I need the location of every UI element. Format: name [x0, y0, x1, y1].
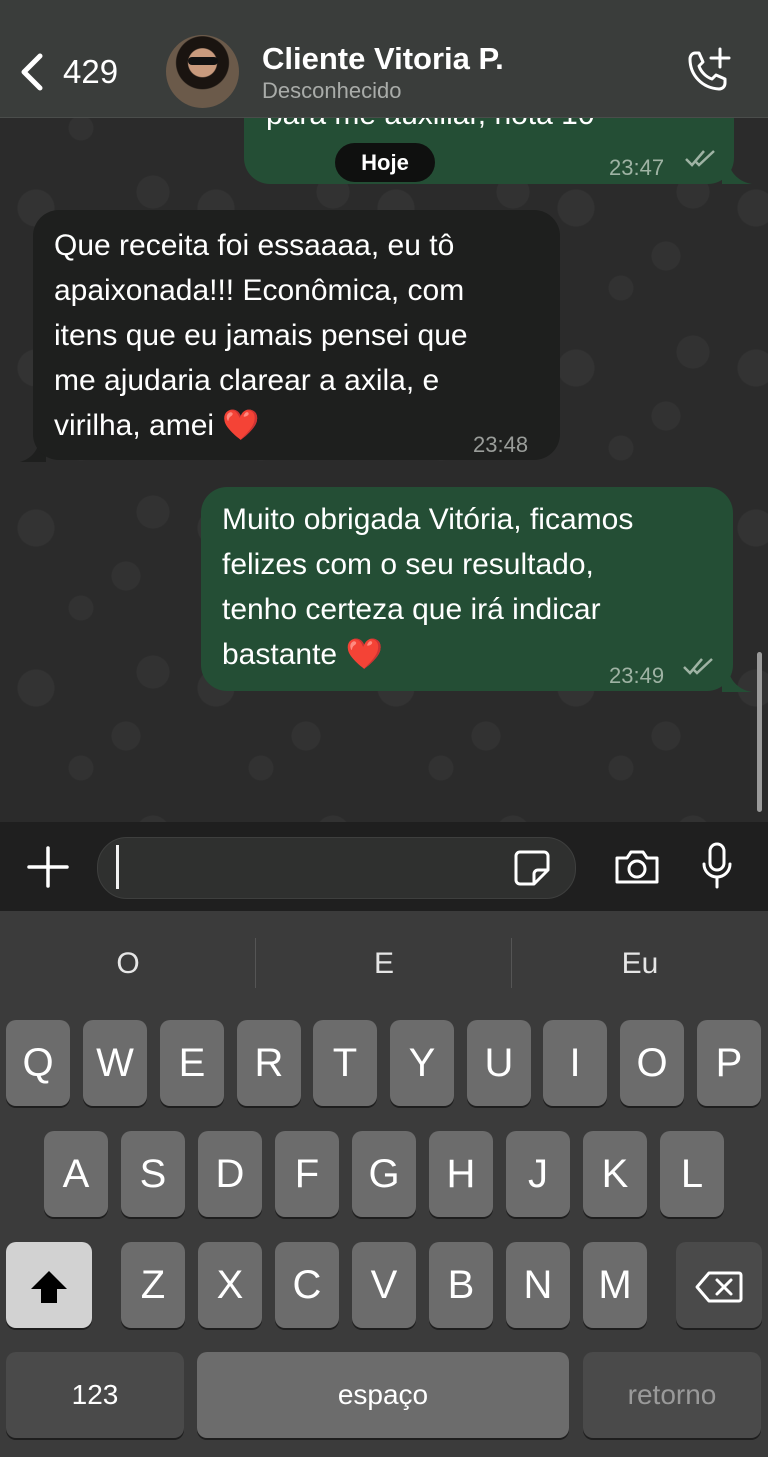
heart-emoji: ❤️ [345, 638, 383, 671]
chat-header: 429 Cliente Vitoria P. Desconhecido [0, 0, 768, 118]
text-caret [116, 845, 119, 889]
message-text: Que receita foi essaaaa, eu tô apaixonad… [54, 223, 544, 448]
key-w[interactable]: W [83, 1020, 147, 1106]
key-g[interactable]: G [352, 1131, 416, 1217]
contact-name[interactable]: Cliente Vitoria P. [262, 41, 504, 77]
key-b[interactable]: B [429, 1242, 493, 1328]
key-t[interactable]: T [313, 1020, 377, 1106]
key-c[interactable]: C [275, 1242, 339, 1328]
chevron-left-icon[interactable] [18, 52, 46, 92]
key-r[interactable]: R [237, 1020, 301, 1106]
message-time: 23:49 [609, 663, 665, 688]
suggestion-2[interactable]: E [256, 944, 512, 984]
key-v[interactable]: V [352, 1242, 416, 1328]
message-text: Muito obrigada Vitória, ficamos felizes … [222, 497, 722, 677]
scrollbar[interactable] [757, 652, 762, 812]
sticker-icon[interactable] [512, 848, 552, 888]
numbers-key[interactable]: 123 [6, 1352, 184, 1438]
backspace-key[interactable] [676, 1242, 762, 1328]
bubble-tail [722, 668, 752, 692]
message-line: felizes com o seu resultado, [222, 548, 594, 581]
key-s[interactable]: S [121, 1131, 185, 1217]
message-line: apaixonada!!! Econômica, com [54, 274, 465, 307]
shift-key[interactable] [6, 1242, 92, 1328]
read-ticks-icon [685, 150, 715, 167]
message-bubble-outgoing[interactable]: para me auxiliar, nota 10 23:47 [244, 110, 734, 184]
contact-status: Desconhecido [262, 78, 402, 103]
key-p[interactable]: P [697, 1020, 761, 1106]
key-n[interactable]: N [506, 1242, 570, 1328]
camera-icon[interactable] [613, 848, 661, 886]
key-m[interactable]: M [583, 1242, 647, 1328]
key-h[interactable]: H [429, 1131, 493, 1217]
key-z[interactable]: Z [121, 1242, 185, 1328]
read-ticks-icon [683, 658, 713, 675]
key-q[interactable]: Q [6, 1020, 70, 1106]
key-e[interactable]: E [160, 1020, 224, 1106]
bubble-tail [722, 160, 752, 184]
suggestion-3[interactable]: Eu [512, 944, 768, 984]
key-a[interactable]: A [44, 1131, 108, 1217]
message-line: Que receita foi essaaaa, eu tô [54, 229, 455, 262]
message-line-text: virilha, amei [54, 409, 215, 442]
microphone-icon[interactable] [700, 842, 734, 890]
space-key[interactable]: espaço [197, 1352, 569, 1438]
key-o[interactable]: O [620, 1020, 684, 1106]
key-i[interactable]: I [543, 1020, 607, 1106]
key-d[interactable]: D [198, 1131, 262, 1217]
message-line: tenho certeza que irá indicar [222, 593, 601, 626]
key-f[interactable]: F [275, 1131, 339, 1217]
date-separator: Hoje [335, 143, 435, 182]
key-x[interactable]: X [198, 1242, 262, 1328]
return-key[interactable]: retorno [583, 1352, 761, 1438]
message-time: 23:48 [473, 432, 529, 457]
message-line: virilha, amei ❤️ [54, 403, 544, 448]
unread-count[interactable]: 429 [63, 53, 118, 91]
message-time: 23:47 [609, 155, 665, 180]
message-input[interactable] [97, 837, 576, 899]
backspace-icon [695, 1271, 743, 1303]
key-y[interactable]: Y [390, 1020, 454, 1106]
message-bubble-incoming[interactable]: Que receita foi essaaaa, eu tô apaixonad… [33, 210, 560, 460]
add-call-icon[interactable] [682, 47, 732, 95]
message-line: me ajudaria clarear a axila, e [54, 364, 440, 397]
shift-arrow-icon [31, 1271, 67, 1304]
message-line-text: bastante [222, 638, 338, 671]
key-l[interactable]: L [660, 1131, 724, 1217]
heart-emoji: ❤️ [222, 409, 260, 442]
suggestion-1[interactable]: O [0, 944, 256, 984]
message-line: itens que eu jamais pensei que [54, 319, 468, 352]
key-j[interactable]: J [506, 1131, 570, 1217]
message-line: Muito obrigada Vitória, ficamos [222, 503, 634, 536]
plus-icon[interactable] [27, 846, 69, 888]
key-u[interactable]: U [467, 1020, 531, 1106]
key-k[interactable]: K [583, 1131, 647, 1217]
message-bubble-outgoing[interactable]: Muito obrigada Vitória, ficamos felizes … [201, 487, 733, 691]
avatar[interactable] [166, 35, 239, 108]
